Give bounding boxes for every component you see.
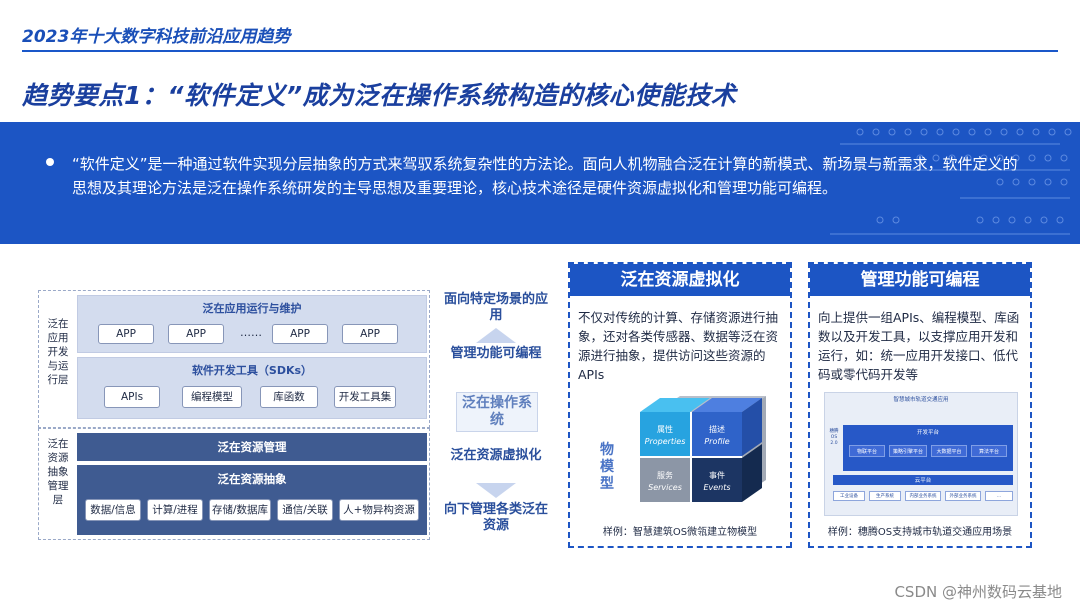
sdk-chip: APIs [104, 386, 160, 408]
resource-mgmt-title: 泛在资源管理 [217, 440, 287, 454]
dev-item-chip: 物联平台 [849, 445, 885, 457]
cloud-platform-block: 云平台 [833, 475, 1013, 485]
app-runtime-layer: 泛在应用运行与维护 APP APP …… APP APP [77, 295, 427, 353]
header-title: 2023年十大数字科技前沿应用趋势 [22, 27, 291, 47]
system-chip: ... [985, 491, 1013, 501]
thing-model-cube-icon: 属性 Properties 描述 Profile 服务 Services 事件 … [640, 396, 766, 502]
resource-mgmt-layer: 泛在资源管理 [77, 433, 427, 461]
cube-events-cn: 事件 [709, 470, 725, 480]
resource-chip: 通信/关联 [277, 499, 333, 521]
dev-platform-label: 开发平台 [916, 430, 939, 436]
resource-chip: 计算/进程 [147, 499, 203, 521]
cube-properties-en: Properties [645, 437, 686, 446]
system-chip: 外部业务系统 [945, 491, 981, 501]
resource-chip: 数据/信息 [85, 499, 141, 521]
app-ellipsis: …… [240, 326, 262, 339]
app-chip: APP [168, 324, 224, 344]
dev-item-chip: 策略引擎平台 [889, 445, 927, 457]
cube-services-en: Services [648, 483, 682, 492]
slide-title: 趋势要点1：“软件定义”成为泛在操作系统构造的核心使能技术 [22, 81, 737, 110]
sdk-layer: 软件开发工具（SDKs） APIs 编程模型 库函数 开发工具集 [77, 357, 427, 419]
lower-resource-text: 向下管理各类泛在资源 [443, 502, 548, 533]
app-chip: APP [342, 324, 398, 344]
resource-chip: 存储/数据库 [209, 499, 271, 521]
cube-profile-cn: 描述 [709, 424, 725, 434]
platform-title: 智慧城市轨道交通应用 [893, 397, 949, 403]
virtualization-caption: 样例：智慧建筑OS微瓴建立物模型 [602, 527, 758, 538]
cube-profile-en: Profile [704, 437, 729, 446]
dev-item-chip: 算法平台 [971, 445, 1007, 457]
dev-platform-block: 开发平台 物联平台 策略引擎平台 大数据平台 算法平台 [843, 425, 1013, 471]
programmable-card-title: 管理功能可编程 [810, 264, 1030, 296]
platform-diagram: 智慧城市轨道交通应用 穗腾OS 2.0 开发平台 物联平台 策略引擎平台 大数据… [824, 392, 1018, 516]
bullet-dot [46, 158, 54, 166]
sdk-chip: 编程模型 [182, 386, 242, 408]
programmable-card: 管理功能可编程 向上提供一组APIs、编程模型、库函数以及开发工具，以支撑应用开… [808, 262, 1032, 548]
sdk-chip: 开发工具集 [334, 386, 396, 408]
system-chip: 工业设备 [833, 491, 865, 501]
platform-side-label: 穗腾OS 2.0 [829, 429, 839, 446]
virtualization-card: 泛在资源虚拟化 不仅对传统的计算、存储资源进行抽象，还对各类传感器、数据等泛在资… [568, 262, 792, 548]
programmable-label: 管理功能可编程 [450, 346, 542, 361]
programmable-card-body: 向上提供一组APIs、编程模型、库函数以及开发工具，以支撑应用开发和运行，如：统… [818, 310, 1020, 382]
os-center-text: 泛在操作系统 [462, 395, 532, 428]
sdk-chip: 库函数 [260, 386, 318, 408]
cloud-platform-label: 云平台 [914, 478, 932, 484]
os-center-box: 泛在操作系统 [456, 392, 538, 432]
system-chip: 生产系统 [869, 491, 901, 501]
app-dev-region-label: 泛在应用开发与运行层 [47, 318, 69, 386]
resource-abstract-layer: 泛在资源抽象 数据/信息 计算/进程 存储/数据库 通信/关联 人+物异构资源 [77, 465, 427, 535]
arrow-down-icon [476, 483, 516, 498]
cube-events-en: Events [703, 483, 730, 492]
cube-services-cn: 服务 [657, 470, 673, 480]
resource-chip: 人+物异构资源 [339, 499, 419, 521]
architecture-diagram: 泛在应用开发与运行层 泛在应用运行与维护 APP APP …… APP APP … [38, 290, 430, 546]
app-chip: APP [272, 324, 328, 344]
thing-model-label: 物模型 [600, 442, 614, 492]
sdk-title: 软件开发工具（SDKs） [191, 364, 313, 377]
header-divider [22, 50, 1058, 52]
programmable-caption: 样例：穗腾OS支持城市轨道交通应用场景 [827, 527, 1013, 538]
dev-item-chip: 大数据平台 [931, 445, 967, 457]
arrow-up-icon [476, 328, 516, 343]
intro-banner: “软件定义”是一种通过软件实现分层抽象的方式来驾驭系统复杂性的方法论。面向人机物… [0, 122, 1080, 244]
app-runtime-title: 泛在应用运行与维护 [202, 302, 302, 315]
resource-region-label: 泛在资源抽象管理层 [47, 438, 69, 506]
os-flow-column: 面向特定场景的应用 管理功能可编程 泛在操作系统 泛在资源虚拟化 向下管理各类泛… [440, 288, 552, 550]
app-chip: APP [98, 324, 154, 344]
virtualization-card-title: 泛在资源虚拟化 [570, 264, 790, 296]
csdn-watermark: CSDN @神州数码云基地 [894, 583, 1062, 601]
upper-scenario-text: 面向特定场景的应用 [443, 292, 548, 323]
virtualization-label: 泛在资源虚拟化 [450, 448, 542, 463]
intro-text: “软件定义”是一种通过软件实现分层抽象的方式来驾驭系统复杂性的方法论。面向人机物… [72, 155, 1018, 197]
resource-region: 泛在资源抽象管理层 泛在资源管理 泛在资源抽象 数据/信息 计算/进程 存储/数… [38, 428, 430, 540]
virtualization-card-body: 不仅对传统的计算、存储资源进行抽象，还对各类传感器、数据等泛在资源进行抽象，提供… [578, 310, 779, 382]
app-dev-region: 泛在应用开发与运行层 泛在应用运行与维护 APP APP …… APP APP … [38, 290, 430, 428]
system-chip: 内部业务系统 [905, 491, 941, 501]
cube-properties-cn: 属性 [657, 424, 673, 434]
resource-abstract-title: 泛在资源抽象 [217, 472, 287, 486]
